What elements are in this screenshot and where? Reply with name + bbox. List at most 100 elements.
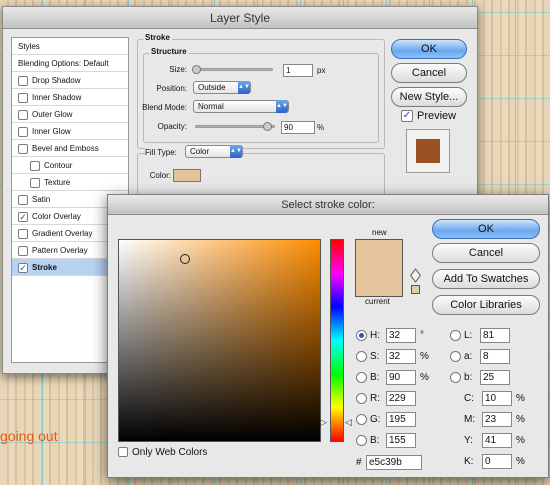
field-input[interactable]: 155: [386, 433, 416, 448]
checkbox-icon[interactable]: [30, 177, 40, 188]
field-label: H:: [370, 330, 380, 341]
style-item-label: Contour: [44, 161, 73, 170]
style-item-label: Blending Options: Default: [18, 59, 109, 68]
style-item[interactable]: Drop Shadow: [12, 72, 128, 89]
size-input[interactable]: 1: [283, 64, 313, 77]
hue-slider-arrow-left-icon[interactable]: ▷: [320, 417, 327, 428]
picker-ok-button[interactable]: OK: [432, 219, 540, 239]
field-label: R:: [370, 393, 380, 404]
radio-button[interactable]: [450, 330, 461, 341]
structure-header: Structure: [149, 47, 189, 56]
field-input[interactable]: 0: [482, 454, 512, 469]
checkbox-icon[interactable]: [18, 109, 28, 120]
color-libraries-button[interactable]: Color Libraries: [432, 295, 540, 315]
style-item[interactable]: Inner Glow: [12, 123, 128, 140]
field-label: b:: [464, 372, 473, 383]
blend-mode-select[interactable]: Normal ▲▼: [193, 100, 289, 113]
size-slider-knob[interactable]: [192, 65, 201, 74]
field-unit: %: [516, 435, 525, 446]
checkbox-icon[interactable]: ✓: [18, 211, 28, 222]
fill-type-label: Fill Type:: [145, 148, 185, 157]
style-item[interactable]: Contour: [12, 157, 128, 174]
field-input[interactable]: 25: [480, 370, 510, 385]
layer-style-title: Layer Style: [3, 7, 477, 29]
checkbox-icon[interactable]: [18, 143, 28, 154]
checkbox-icon[interactable]: ✓: [401, 110, 413, 123]
hue-slider[interactable]: [330, 239, 344, 442]
gamut-warning-icon[interactable]: [410, 268, 421, 283]
fill-type-select[interactable]: Color ▲▼: [185, 145, 243, 158]
hue-slider-arrow-right-icon[interactable]: ◁: [345, 417, 352, 428]
color-label: Color:: [149, 171, 171, 180]
radio-button[interactable]: [450, 372, 461, 383]
field-input[interactable]: 32: [386, 328, 416, 343]
stroke-color-swatch[interactable]: [173, 169, 201, 182]
field-input[interactable]: 41: [482, 433, 512, 448]
preview-swatch: [416, 139, 440, 163]
add-to-swatches-button[interactable]: Add To Swatches: [432, 269, 540, 289]
style-item[interactable]: Bevel and Emboss: [12, 140, 128, 157]
checkbox-icon[interactable]: [18, 75, 28, 86]
checkbox-icon[interactable]: ✓: [18, 262, 28, 273]
current-color-swatch[interactable]: [355, 273, 403, 297]
cancel-button[interactable]: Cancel: [391, 63, 467, 83]
size-label: Size:: [169, 65, 187, 74]
field-input[interactable]: 229: [386, 391, 416, 406]
color-picker-dialog: Select stroke color: ▷ ◁ new current OK …: [107, 194, 549, 478]
fill-type-value: Color: [190, 147, 210, 156]
new-style-button[interactable]: New Style...: [391, 87, 467, 107]
radio-button[interactable]: [356, 435, 367, 446]
style-item-label: Inner Glow: [32, 127, 71, 136]
ok-button[interactable]: OK: [391, 39, 467, 59]
radio-button[interactable]: [356, 393, 367, 404]
field-input[interactable]: 90: [386, 370, 416, 385]
style-item[interactable]: Texture: [12, 174, 128, 191]
checkbox-icon[interactable]: [18, 92, 28, 103]
opacity-slider-knob[interactable]: [263, 122, 272, 131]
checkbox-icon[interactable]: [18, 194, 28, 205]
checkbox-icon[interactable]: [18, 126, 28, 137]
radio-button[interactable]: [356, 414, 367, 425]
style-item-label: Gradient Overlay: [32, 229, 93, 238]
field-input[interactable]: 8: [480, 349, 510, 364]
chevron-updown-icon: ▲▼: [230, 145, 242, 158]
hex-label: #: [356, 457, 362, 468]
web-safe-icon[interactable]: [411, 285, 420, 294]
field-input[interactable]: 81: [480, 328, 510, 343]
current-label: current: [365, 297, 390, 306]
styles-header[interactable]: Styles: [12, 38, 128, 55]
style-item-label: Inner Shadow: [32, 93, 82, 102]
field-input[interactable]: 32: [386, 349, 416, 364]
checkbox-icon[interactable]: [30, 160, 40, 171]
field-input[interactable]: 10: [482, 391, 512, 406]
only-web-colors-checkbox[interactable]: Only Web Colors: [118, 447, 207, 458]
opacity-unit: %: [317, 123, 325, 132]
checkbox-icon[interactable]: [118, 447, 128, 458]
opacity-input[interactable]: 90: [281, 121, 315, 134]
hex-input[interactable]: e5c39b: [366, 455, 422, 470]
blend-mode-value: Normal: [198, 102, 224, 111]
radio-button[interactable]: [356, 330, 367, 341]
style-item-label: Texture: [44, 178, 71, 187]
position-select[interactable]: Outside ▲▼: [193, 81, 251, 94]
field-input[interactable]: 195: [386, 412, 416, 427]
preview-checkbox[interactable]: ✓ Preview: [401, 110, 456, 123]
radio-button[interactable]: [356, 372, 367, 383]
style-item[interactable]: Outer Glow: [12, 106, 128, 123]
canvas-text: going out: [0, 428, 58, 444]
field-label: K:: [464, 456, 474, 467]
opacity-slider[interactable]: [195, 122, 275, 131]
checkbox-icon[interactable]: [18, 228, 28, 239]
checkbox-icon[interactable]: [18, 245, 28, 256]
color-field-cursor[interactable]: [180, 254, 190, 264]
field-input[interactable]: 23: [482, 412, 512, 427]
style-item[interactable]: Inner Shadow: [12, 89, 128, 106]
picker-cancel-button[interactable]: Cancel: [432, 243, 540, 263]
color-field[interactable]: [118, 239, 321, 442]
size-slider[interactable]: [192, 65, 273, 74]
style-item[interactable]: Blending Options: Default: [12, 55, 128, 72]
opacity-label: Opacity:: [157, 122, 187, 131]
radio-button[interactable]: [356, 351, 367, 362]
radio-button[interactable]: [450, 351, 461, 362]
style-item-label: Satin: [32, 195, 51, 204]
